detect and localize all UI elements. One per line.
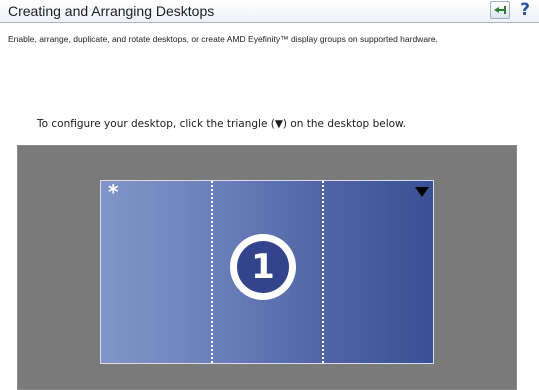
instruction-text: To configure your desktop, click the tri…: [37, 118, 406, 130]
triangle-down-icon[interactable]: [415, 187, 429, 197]
desktop-area: * 1: [17, 145, 517, 390]
display-divider: [322, 181, 324, 363]
page-description: Enable, arrange, duplicate, and rotate d…: [8, 34, 438, 44]
display-number: 1: [237, 241, 289, 293]
display-divider: [211, 181, 213, 363]
primary-desktop-star-icon: *: [108, 180, 119, 204]
desktop-display-1[interactable]: * 1: [100, 180, 434, 364]
page-title: Creating and Arranging Desktops: [8, 3, 215, 19]
help-button[interactable]: ?: [516, 0, 534, 21]
display-number-badge: 1: [230, 234, 296, 300]
pin-icon: [494, 6, 506, 14]
header-bar: Creating and Arranging Desktops ?: [0, 0, 539, 23]
pin-button[interactable]: [490, 1, 510, 19]
